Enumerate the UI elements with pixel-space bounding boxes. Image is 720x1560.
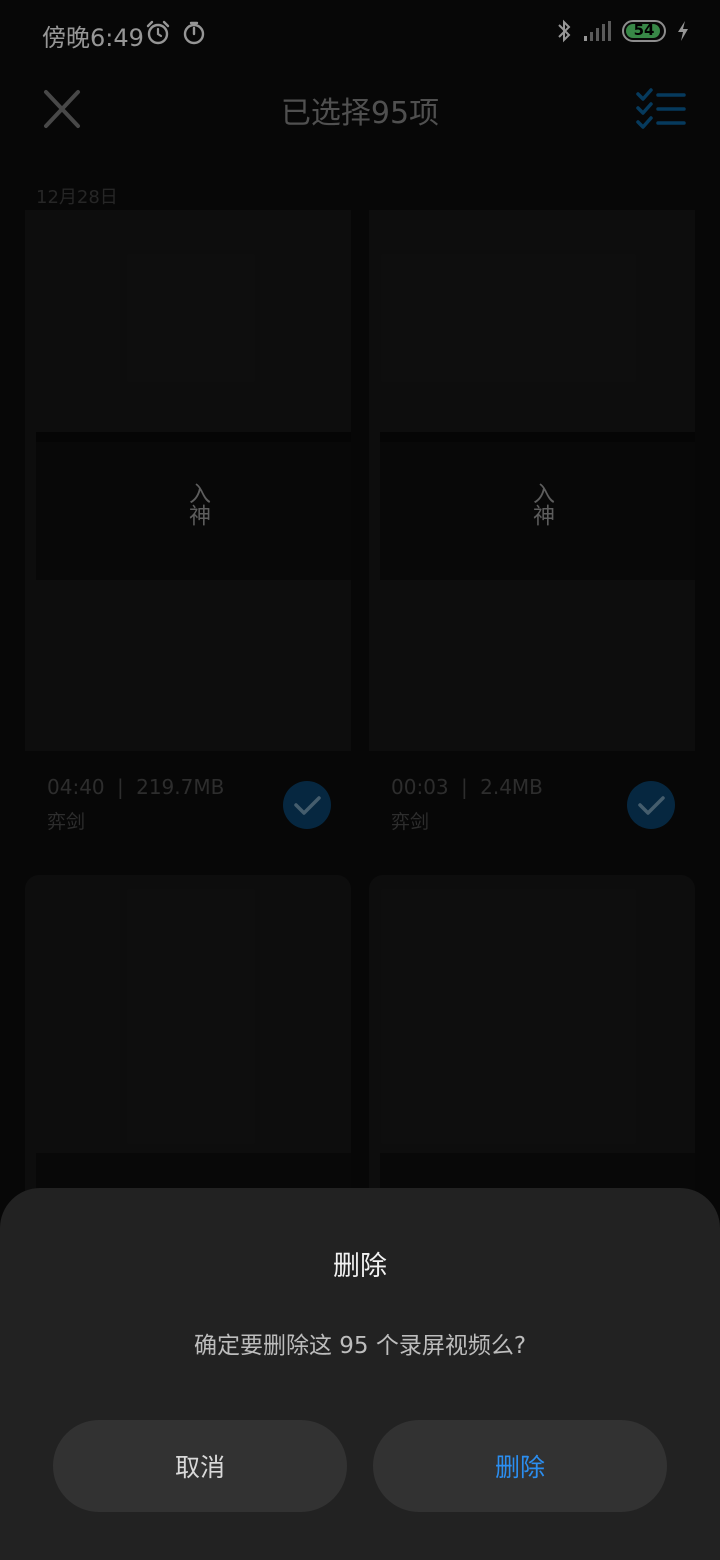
delete-button[interactable]: 删除 bbox=[373, 1420, 667, 1512]
dialog-message: 确定要删除这 95 个录屏视频么? bbox=[193, 1333, 527, 1359]
dialog-title: 删除 bbox=[333, 1251, 387, 1282]
cancel-button[interactable]: 取消 bbox=[53, 1420, 347, 1512]
delete-dialog: 删除 确定要删除这 95 个录屏视频么? 取消 删除 bbox=[0, 1188, 720, 1560]
